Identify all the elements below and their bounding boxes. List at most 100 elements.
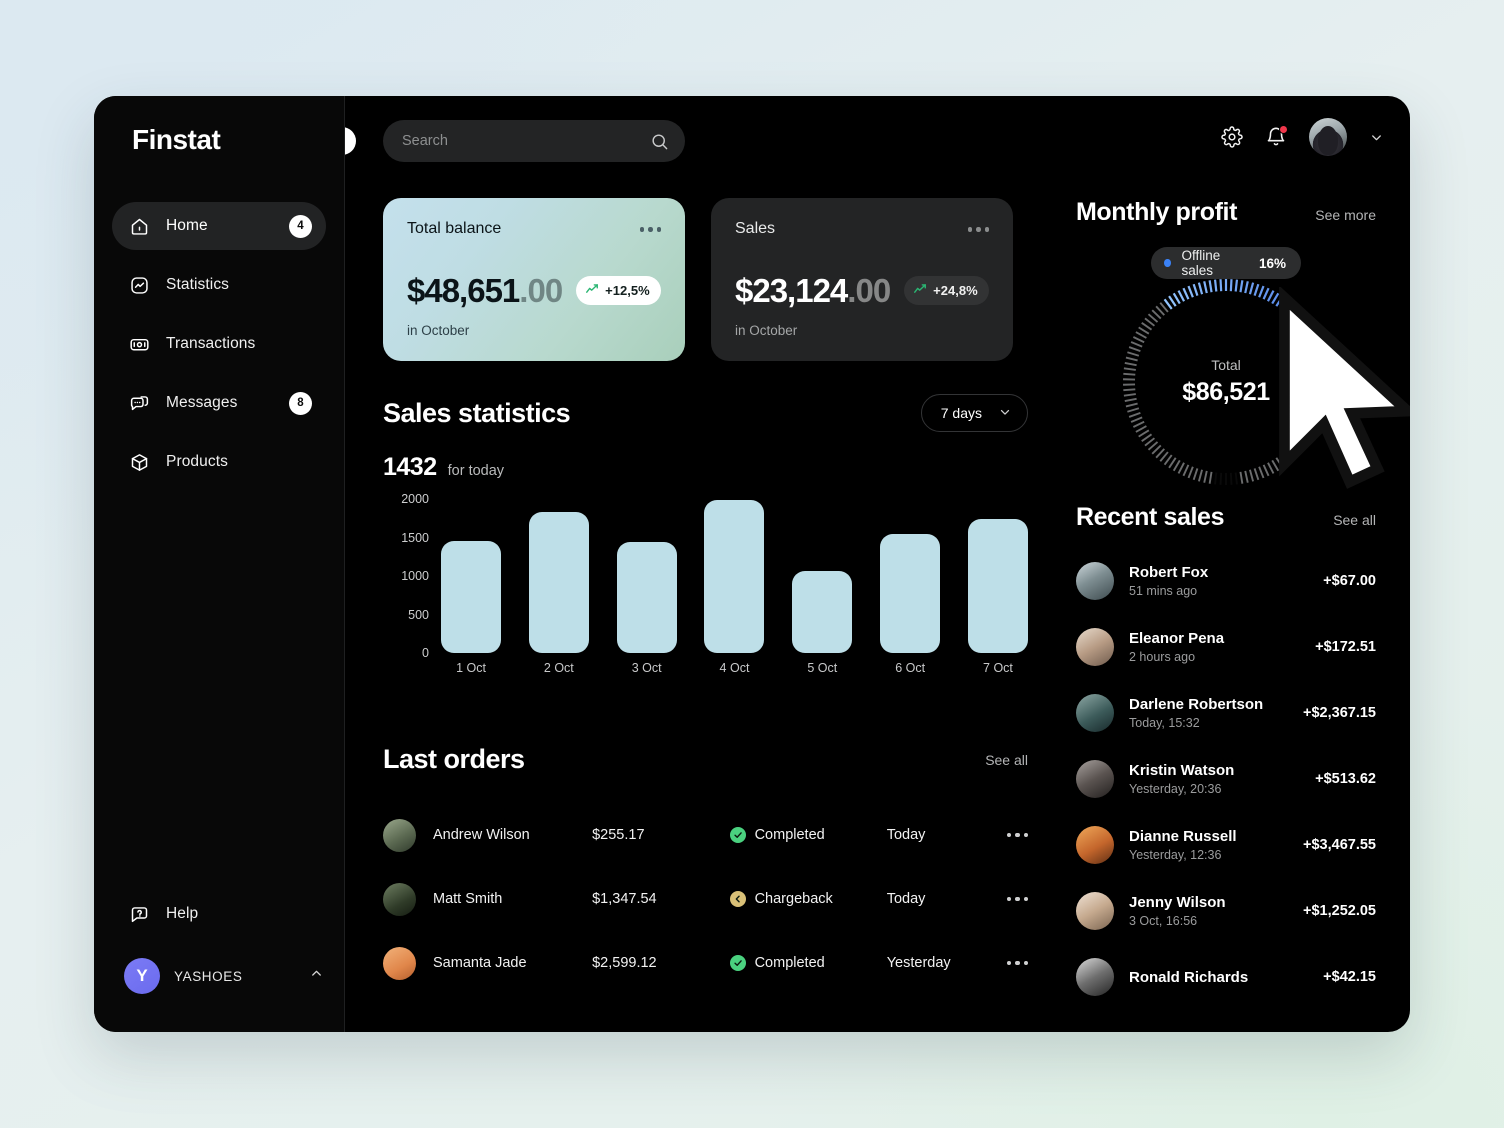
sale-info: Eleanor Pena2 hours ago: [1129, 630, 1315, 664]
date-range-dropdown[interactable]: 7 days: [921, 394, 1028, 432]
today-label: for today: [448, 463, 504, 479]
stat-card-sales[interactable]: Sales $23,124.00 +24,8% in October: [711, 198, 1013, 361]
help-icon: [128, 903, 150, 925]
sidebar-item-messages[interactable]: Messages 8: [112, 379, 326, 427]
stat-card-total-balance[interactable]: Total balance $48,651.00 +12,5% in Octob…: [383, 198, 685, 361]
table-row[interactable]: Samanta Jade$2,599.12CompletedYesterday: [383, 931, 1028, 995]
table-row[interactable]: Andrew Wilson$255.17 Completed Today: [383, 803, 1028, 867]
donut-chart[interactable]: Total $86,521: [1119, 275, 1333, 489]
home-icon: [128, 215, 150, 237]
list-item[interactable]: Jenny Wilson3 Oct, 16:56+$1,252.05: [1076, 878, 1376, 944]
sidebar-item-products[interactable]: Products: [112, 438, 326, 486]
sale-timestamp: Yesterday, 12:36: [1129, 848, 1303, 862]
sidebar-item-transactions[interactable]: Transactions: [112, 320, 326, 368]
sidebar-item-label: Transactions: [166, 335, 312, 353]
sale-timestamp: Today, 15:32: [1129, 716, 1303, 730]
table-row[interactable]: Matt Smith$1,347.54ChargebackToday: [383, 867, 1028, 931]
stat-card-delta: +12,5%: [605, 283, 649, 298]
sidebar-item-label: Messages: [166, 394, 289, 412]
section-title-monthly-profit: Monthly profit: [1076, 198, 1237, 227]
status-label: Completed: [755, 827, 825, 843]
chart-bar[interactable]: [880, 534, 940, 653]
donut-tooltip: Offline sales 16%: [1151, 247, 1301, 279]
chart-y-axis: 2000150010005000: [383, 499, 429, 653]
search-icon[interactable]: [650, 132, 669, 151]
chart-bar-wrap: [529, 499, 589, 653]
search-bar[interactable]: [383, 120, 685, 162]
sale-info: Dianne RussellYesterday, 12:36: [1129, 828, 1303, 862]
collapse-sidebar-button[interactable]: [345, 127, 356, 155]
box-icon: [128, 451, 150, 473]
chart-bar[interactable]: [792, 571, 852, 653]
chart-x-tick: 5 Oct: [792, 661, 852, 675]
chart-y-tick: 500: [408, 608, 429, 622]
chart-bar[interactable]: [704, 500, 764, 653]
chart-bars: [441, 499, 1028, 653]
chart-x-tick: 6 Oct: [880, 661, 940, 675]
order-date: Today: [887, 827, 1007, 843]
sale-info: Jenny Wilson3 Oct, 16:56: [1129, 894, 1303, 928]
sale-customer-name: Kristin Watson: [1129, 762, 1315, 779]
card-more-button[interactable]: [968, 220, 990, 232]
chart-bar-wrap: [617, 499, 677, 653]
chart-bar[interactable]: [529, 512, 589, 653]
sidebar-item-label: Help: [166, 905, 312, 923]
list-item[interactable]: Ronald Richards+$42.15: [1076, 944, 1376, 1010]
sale-amount: +$3,467.55: [1303, 837, 1376, 853]
legend-dot-offline-sales: [1164, 259, 1171, 267]
chart-bar[interactable]: [617, 542, 677, 653]
stat-card-subtitle: in October: [407, 323, 661, 338]
order-customer-name: Andrew Wilson: [433, 827, 592, 843]
stat-cards: Total balance $48,651.00 +12,5% in Octob…: [383, 198, 1013, 361]
order-date: Yesterday: [887, 955, 1007, 971]
last-orders-see-all-link[interactable]: See all: [985, 752, 1028, 768]
order-more-button[interactable]: [1007, 961, 1029, 966]
list-item[interactable]: Dianne RussellYesterday, 12:36+$3,467.55: [1076, 812, 1376, 878]
status-label: Chargeback: [755, 891, 833, 907]
check-circle-icon: [730, 827, 746, 843]
sale-info: Kristin Watson Yesterday, 20:36: [1129, 762, 1315, 796]
sale-info: Robert Fox51 mins ago: [1129, 564, 1323, 598]
sidebar-item-home[interactable]: Home 4: [112, 202, 326, 250]
order-customer-name: Matt Smith: [433, 891, 592, 907]
stat-card-cents: .00: [847, 272, 890, 309]
sidebar-item-label: Statistics: [166, 276, 312, 294]
chart-line-icon: [128, 274, 150, 296]
avatar: [1076, 826, 1114, 864]
sidebar-item-statistics[interactable]: Statistics: [112, 261, 326, 309]
list-item[interactable]: Robert Fox51 mins ago+$67.00: [1076, 548, 1376, 614]
search-input[interactable]: [402, 133, 650, 149]
sidebar-item-help[interactable]: Help: [112, 890, 326, 938]
card-more-button[interactable]: [640, 220, 662, 232]
avatar: [383, 947, 416, 980]
section-title-last-orders: Last orders: [383, 744, 525, 775]
sale-timestamp: Yesterday, 20:36: [1129, 782, 1315, 796]
sale-timestamp: 3 Oct, 16:56: [1129, 914, 1303, 928]
list-item[interactable]: Eleanor Pena2 hours ago+$172.51: [1076, 614, 1376, 680]
status-badge: Completed: [730, 955, 887, 971]
chart-x-tick: 3 Oct: [617, 661, 677, 675]
chart-bar-wrap: [792, 499, 852, 653]
check-circle-icon: [730, 955, 746, 971]
trend-up-icon: [585, 282, 599, 299]
sale-customer-name: Darlene Robertson: [1129, 696, 1303, 713]
order-more-button[interactable]: [1007, 833, 1029, 838]
chart-bar-wrap: [880, 499, 940, 653]
order-more-button[interactable]: [1007, 897, 1029, 902]
chart-y-tick: 1500: [401, 531, 429, 545]
monthly-profit-see-more-link[interactable]: See more: [1315, 207, 1376, 223]
stat-card-delta-badge: +12,5%: [576, 276, 660, 305]
order-amount: $255.17: [592, 827, 729, 843]
sidebar-badge-messages: 8: [289, 392, 312, 415]
chart-bar[interactable]: [968, 519, 1028, 653]
sale-customer-name: Ronald Richards: [1129, 969, 1323, 986]
list-item[interactable]: Darlene RobertsonToday, 15:32+$2,367.15: [1076, 680, 1376, 746]
list-item[interactable]: Kristin WatsonYesterday, 20:36+$513.62: [1076, 746, 1376, 812]
workspace-switcher[interactable]: Y YASHOES: [124, 958, 324, 994]
recent-sales-see-all-link[interactable]: See all: [1333, 512, 1376, 528]
orders-table: Andrew Wilson$255.17 Completed Today Matt S…: [383, 803, 1028, 995]
sale-info: Darlene Robertson Today, 15:32: [1129, 696, 1303, 730]
chart-bar[interactable]: [441, 541, 501, 653]
stat-card-amount: $23,124.00: [735, 274, 890, 307]
app-logo: Finstat: [132, 124, 220, 156]
